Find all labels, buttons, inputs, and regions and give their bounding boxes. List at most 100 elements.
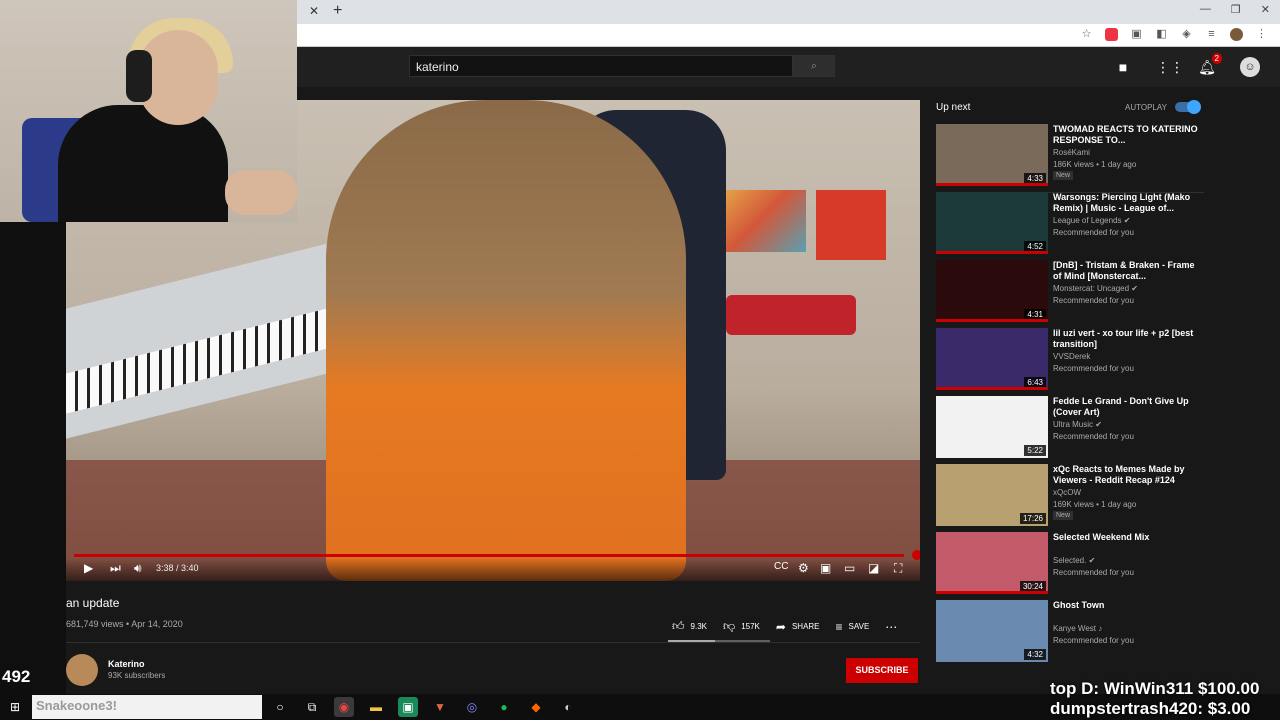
taskbar-search-input[interactable]: Snakeoone3! bbox=[32, 695, 262, 719]
task-view-icon[interactable]: ⧉ bbox=[302, 697, 322, 717]
app-icon[interactable]: ▣ bbox=[398, 697, 418, 717]
save-button[interactable]: ≡ SAVE bbox=[836, 620, 870, 634]
more-actions-button[interactable]: ⋯ bbox=[885, 620, 897, 634]
settings-gear-icon[interactable]: ⚙ bbox=[798, 561, 809, 575]
profile-avatar-icon[interactable] bbox=[1230, 28, 1243, 41]
watched-progress-bar bbox=[936, 591, 1048, 594]
recommendation-thumbnail[interactable]: 17:26 bbox=[936, 464, 1048, 526]
recommendation-item[interactable]: 4:31 [DnB] - Tristam & Braken - Frame of … bbox=[936, 260, 1204, 328]
recommendation-title[interactable]: Fedde Le Grand - Don't Give Up (Cover Ar… bbox=[1053, 396, 1203, 418]
recommendation-channel[interactable]: League of Legends ✔ bbox=[1053, 216, 1130, 225]
app-icon[interactable]: ◆ bbox=[526, 697, 546, 717]
thumbs-up-icon: 👍︎ bbox=[672, 619, 685, 633]
donation-top: top D: WinWin311 $100.00 bbox=[1050, 679, 1260, 698]
recommendation-meta: Recommended for you bbox=[1053, 364, 1134, 373]
fullscreen-icon[interactable]: ⛶ bbox=[894, 561, 902, 576]
divider bbox=[66, 642, 920, 643]
restore-icon[interactable]: ❐ bbox=[1231, 3, 1241, 16]
share-button[interactable]: ➦ SHARE bbox=[776, 620, 820, 634]
recommendation-thumbnail[interactable]: 4:32 bbox=[936, 600, 1048, 662]
recommendation-title[interactable]: Selected Weekend Mix bbox=[1053, 532, 1203, 543]
save-label: SAVE bbox=[848, 622, 870, 631]
channel-avatar[interactable] bbox=[66, 654, 98, 686]
recommendation-channel[interactable]: Monstercat: Uncaged ✔ bbox=[1053, 284, 1138, 293]
extension-icon[interactable]: ◈ bbox=[1180, 28, 1193, 41]
recommendation-title[interactable]: [DnB] - Tristam & Braken - Frame of Mind… bbox=[1053, 260, 1203, 282]
recommendation-item[interactable]: 4:52 Warsongs: Piercing Light (Mako Remix… bbox=[936, 192, 1204, 260]
bookmark-star-icon[interactable]: ☆ bbox=[1080, 28, 1093, 41]
app-icon[interactable]: ◐ bbox=[558, 697, 578, 717]
cortana-icon[interactable]: ○ bbox=[270, 697, 290, 717]
recommendation-item[interactable]: 5:22 Fedde Le Grand - Don't Give Up (Cove… bbox=[936, 396, 1204, 464]
recommendation-thumbnail[interactable]: 4:33 bbox=[936, 124, 1048, 186]
webcam-overlay bbox=[0, 0, 297, 222]
channel-name[interactable]: Katerino bbox=[108, 659, 145, 669]
webcam-person-body bbox=[58, 105, 228, 222]
recommendation-channel[interactable]: Selected. ✔ bbox=[1053, 556, 1095, 565]
account-avatar[interactable]: ☺ bbox=[1240, 57, 1260, 77]
apps-grid-icon[interactable]: ⋮⋮ bbox=[1156, 59, 1184, 76]
recommendation-thumbnail[interactable]: 4:31 bbox=[936, 260, 1048, 322]
media-control-icon[interactable]: ≡ bbox=[1205, 28, 1218, 41]
dislike-button[interactable]: 👎︎ 157K bbox=[723, 619, 760, 634]
search-button[interactable]: ⌕ bbox=[793, 55, 835, 77]
recommendation-title[interactable]: xQc Reacts to Memes Made by Viewers - Re… bbox=[1053, 464, 1203, 486]
subscribe-button[interactable]: SUBSCRIBE bbox=[846, 658, 918, 683]
play-icon[interactable]: ▶ bbox=[84, 561, 93, 575]
new-tab-icon[interactable]: + bbox=[333, 2, 342, 20]
captions-icon[interactable]: CC bbox=[774, 561, 788, 572]
theater-mode-icon[interactable]: ▭ bbox=[844, 561, 855, 575]
like-button[interactable]: 👍︎ 9.3K bbox=[672, 619, 707, 634]
recommendation-thumbnail[interactable]: 6:43 bbox=[936, 328, 1048, 390]
volume-icon[interactable]: 🔊︎ bbox=[134, 561, 142, 576]
progress-bar[interactable] bbox=[74, 550, 920, 560]
recommendation-channel[interactable]: xQcOW bbox=[1053, 488, 1081, 497]
tab-close-icon[interactable]: ✕ bbox=[309, 4, 319, 18]
next-icon[interactable]: ⏭ bbox=[110, 561, 121, 576]
recommendation-channel[interactable]: Kanye West ♪ bbox=[1053, 624, 1102, 633]
windows-start-icon[interactable]: ⊞ bbox=[10, 700, 20, 714]
minimize-icon[interactable]: — bbox=[1200, 3, 1211, 16]
extension-icon[interactable]: ▣ bbox=[1130, 28, 1143, 41]
recommendation-meta: Recommended for you bbox=[1053, 636, 1134, 645]
duration-badge: 4:32 bbox=[1024, 649, 1046, 660]
chrome-icon[interactable]: ◉ bbox=[334, 697, 354, 717]
recommendation-title[interactable]: lil uzi vert - xo tour life + p2 [best t… bbox=[1053, 328, 1203, 350]
discord-icon[interactable]: ◎ bbox=[462, 697, 482, 717]
recommendation-title[interactable]: Ghost Town bbox=[1053, 600, 1203, 611]
recommendation-item[interactable]: 4:33 TWOMAD REACTS TO KATERINO RESPONSE T… bbox=[936, 124, 1204, 192]
recommendation-item[interactable]: 30:24 Selected Weekend Mix Selected. ✔ Reco… bbox=[936, 532, 1204, 600]
app-icon[interactable]: ▼ bbox=[430, 697, 450, 717]
recommendation-thumbnail[interactable]: 4:52 bbox=[936, 192, 1048, 254]
taskbar-apps: ○ ⧉ ◉ ▬ ▣ ▼ ◎ ● ◆ ◐ bbox=[270, 697, 578, 717]
share-icon: ➦ bbox=[775, 619, 786, 634]
address-bar[interactable]: ☆ ▣ ◧ ◈ ≡ ⋮ bbox=[297, 24, 1280, 47]
watched-progress-bar bbox=[936, 183, 1048, 186]
recommendation-thumbnail[interactable]: 5:22 bbox=[936, 396, 1048, 458]
recommendation-channel[interactable]: RoséKami bbox=[1053, 148, 1090, 157]
search-input[interactable]: katerino bbox=[409, 55, 793, 77]
notifications-bell-icon[interactable]: 🔔︎ 2 bbox=[1198, 52, 1222, 76]
extension-icon[interactable]: ◧ bbox=[1155, 28, 1168, 41]
browser-menu-icon[interactable]: ⋮ bbox=[1255, 28, 1268, 41]
recommendation-item[interactable]: 6:43 lil uzi vert - xo tour life + p2 [be… bbox=[936, 328, 1204, 396]
spotify-icon[interactable]: ● bbox=[494, 697, 514, 717]
miniplayer-icon[interactable]: ▣ bbox=[820, 561, 831, 575]
up-next-heading: Up next bbox=[936, 102, 971, 113]
cast-icon[interactable]: ◪ bbox=[868, 561, 879, 575]
close-window-icon[interactable]: ✕ bbox=[1261, 3, 1270, 16]
recommendation-item[interactable]: 17:26 xQc Reacts to Memes Made by Viewers… bbox=[936, 464, 1204, 532]
window-controls: — ❐ ✕ bbox=[1200, 3, 1270, 16]
recommendation-channel[interactable]: VVSDerek bbox=[1053, 352, 1090, 361]
autoplay-toggle[interactable] bbox=[1175, 100, 1201, 114]
recommendation-title[interactable]: TWOMAD REACTS TO KATERINO RESPONSE TO... bbox=[1053, 124, 1203, 146]
recommendation-thumbnail[interactable]: 30:24 bbox=[936, 532, 1048, 594]
recommendation-item[interactable]: 4:32 Ghost Town Kanye West ♪ Recommended fo… bbox=[936, 600, 1204, 668]
file-explorer-icon[interactable]: ▬ bbox=[366, 697, 386, 717]
recommendation-channel[interactable]: Ultra Music ✔ bbox=[1053, 420, 1102, 429]
recommendation-title[interactable]: Warsongs: Piercing Light (Mako Remix) | … bbox=[1053, 192, 1203, 214]
create-video-icon[interactable]: ■ bbox=[1114, 59, 1132, 75]
new-badge: New bbox=[1053, 171, 1074, 180]
extension-icons: ☆ ▣ ◧ ◈ ≡ ⋮ bbox=[1080, 28, 1268, 41]
extension-icon[interactable] bbox=[1105, 28, 1118, 41]
